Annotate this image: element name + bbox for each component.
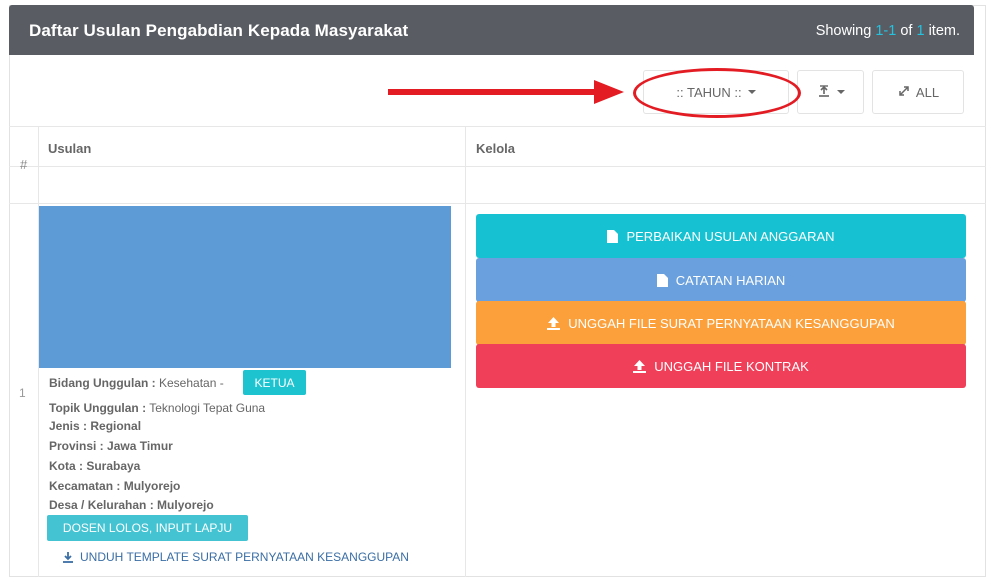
col-divider-usulan (465, 126, 466, 577)
show-all-button[interactable]: ALL (872, 70, 964, 114)
col-header-kelola: Kelola (476, 141, 516, 156)
summary-range: 1-1 (875, 23, 897, 39)
summary-total: 1 (916, 23, 925, 39)
provinsi: Provinsi : Jawa Timur (49, 439, 173, 453)
topik-unggulan: Topik Unggulan : Teknologi Tepat Guna (49, 401, 266, 415)
role-badge: KETUA (243, 370, 306, 395)
col-header-usulan[interactable]: Usulan (48, 141, 91, 156)
annotation-circle (633, 68, 801, 118)
caret-down-icon (836, 90, 845, 94)
show-all-label: ALL (915, 84, 940, 100)
action-label: CATATAN HARIAN (675, 272, 786, 288)
col-header-num: # (20, 157, 28, 172)
kecamatan: Kecamatan : Mulyorejo (49, 479, 181, 493)
annotation-arrow-head (594, 80, 624, 104)
status-badge: DOSEN LOLOS, INPUT LAPJU (47, 515, 248, 541)
download-template-link[interactable]: UNDUH TEMPLATE SURAT PERNYATAAN KESANGGU… (62, 550, 409, 564)
export-icon (817, 84, 831, 101)
header-divider (9, 166, 986, 167)
export-dropdown-button[interactable] (797, 70, 864, 114)
page-title: Daftar Usulan Pengabdian Kepada Masyarak… (29, 21, 409, 40)
proposal-image-placeholder (39, 206, 451, 368)
expand-icon (897, 84, 911, 101)
upload-icon (547, 316, 561, 330)
filter-row-divider (9, 203, 986, 204)
bidang-unggulan: Bidang Unggulan : Kesehatan - (49, 376, 224, 390)
row-number: 1 (19, 386, 26, 400)
perbaikan-usulan-anggaran-button[interactable]: PERBAIKAN USULAN ANGGARAN (476, 214, 966, 258)
action-label: UNGGAH FILE SURAT PERNYATAAN KESANGGUPAN (568, 315, 895, 331)
unggah-surat-pernyataan-button[interactable]: UNGGAH FILE SURAT PERNYATAAN KESANGGUPAN (476, 301, 966, 345)
upload-icon (633, 359, 647, 373)
table-top-border (9, 126, 986, 127)
action-label: UNGGAH FILE KONTRAK (654, 358, 809, 374)
download-template-label: UNDUH TEMPLATE SURAT PERNYATAAN KESANGGU… (80, 550, 409, 564)
jenis: Jenis : Regional (49, 419, 142, 433)
panel-header: Daftar Usulan Pengabdian Kepada Masyarak… (9, 5, 974, 55)
file-icon (607, 229, 619, 243)
unggah-file-kontrak-button[interactable]: UNGGAH FILE KONTRAK (476, 344, 966, 388)
pagination-summary: Showing 1-1 of 1 item. (815, 23, 960, 39)
desa-kelurahan: Desa / Kelurahan : Mulyorejo (49, 498, 214, 512)
file-icon (656, 273, 668, 287)
kota: Kota : Surabaya (49, 459, 141, 473)
action-label: PERBAIKAN USULAN ANGGARAN (626, 228, 835, 244)
annotation-arrow (388, 89, 596, 95)
download-icon (63, 552, 73, 563)
catatan-harian-button[interactable]: CATATAN HARIAN (476, 258, 966, 302)
